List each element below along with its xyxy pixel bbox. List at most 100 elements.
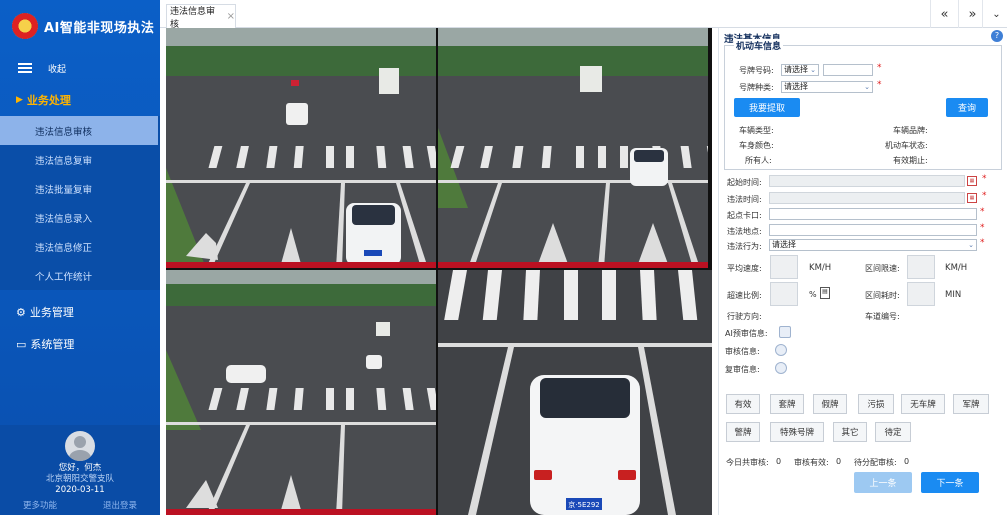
user-org: 北京朝阳交警支队 <box>45 474 114 484</box>
sidebar-item-batch-recheck[interactable]: 违法批量复审 <box>0 174 160 203</box>
unit-min: MIN <box>945 290 962 300</box>
violation-time-label: 违法时间: <box>727 195 762 204</box>
action-cloned-plate-button[interactable]: 套牌 <box>770 394 804 414</box>
double-chevron-left-icon[interactable]: « <box>930 0 958 28</box>
required-mark: * <box>980 223 985 233</box>
camera-image-2[interactable] <box>438 28 708 268</box>
location-input[interactable] <box>769 224 977 236</box>
menu-group-system-management[interactable]: ▭ 系统管理 <box>0 328 160 360</box>
help-icon[interactable]: ? <box>991 30 1003 42</box>
action-fake-plate-button[interactable]: 假牌 <box>813 394 847 414</box>
owner-label: 所有人: <box>745 156 772 165</box>
unit-kmh: KM/H <box>809 263 832 273</box>
menu-group-business-management[interactable]: ⚙ 业务管理 <box>0 296 160 328</box>
zone-time-input[interactable] <box>907 282 935 306</box>
calculator-icon[interactable]: ▤ <box>820 287 830 299</box>
more-functions-link[interactable]: 更多功能 <box>23 499 57 511</box>
required-mark: * <box>877 63 882 73</box>
required-mark: * <box>877 80 882 90</box>
briefcase-icon: ▶ <box>16 95 23 105</box>
sidebar-item-work-stats[interactable]: 个人工作统计 <box>0 261 160 290</box>
stat-valid-label: 审核有效: <box>794 458 829 467</box>
lane-number-label: 车道编号: <box>865 312 900 321</box>
logout-link[interactable]: 退出登录 <box>103 499 137 511</box>
stat-today-label: 今日共审核: <box>726 458 769 467</box>
zone-limit-input[interactable] <box>907 255 935 279</box>
next-button[interactable]: 下一条 <box>921 472 979 493</box>
menu-group-business-processing[interactable]: ▶ 业务处理 <box>0 84 160 116</box>
chevron-down-icon: ⌄ <box>810 66 816 74</box>
sidebar-item-violation-review[interactable]: 违法信息审核 <box>0 116 158 145</box>
action-military-plate-button[interactable]: 军牌 <box>953 394 989 414</box>
behavior-select[interactable]: 请选择 ⌄ <box>769 239 977 251</box>
action-pending-button[interactable]: 待定 <box>875 422 911 442</box>
camera-image-4-closeup[interactable]: 京·5E292 <box>438 270 712 515</box>
direction-label: 行驶方向: <box>727 312 762 321</box>
plate-number-input[interactable] <box>823 64 873 76</box>
menu-group-label: 业务管理 <box>29 306 74 319</box>
vehicle-status-label: 机动车状态: <box>885 141 928 150</box>
sidebar-item-violation-entry[interactable]: 违法信息录入 <box>0 203 160 232</box>
avg-speed-label: 平均速度: <box>727 264 762 273</box>
action-defaced-button[interactable]: 污损 <box>858 394 894 414</box>
required-mark: * <box>980 207 985 217</box>
unit-kmh-2: KM/H <box>945 263 968 273</box>
plate-prefix-select[interactable]: 请选择 ⌄ <box>781 64 819 76</box>
camera-image-3[interactable] <box>166 270 436 515</box>
zone-time-label: 区间耗时: <box>865 291 900 300</box>
chevron-down-icon[interactable]: ⌄ <box>982 0 1007 28</box>
vehicle-type-label: 车辆类型: <box>739 126 774 135</box>
checkpoint-input[interactable] <box>769 208 977 220</box>
ai-review-label: AI预审信息: <box>725 329 768 338</box>
checkpoint-label: 起点卡口: <box>727 211 762 220</box>
plate-number-label: 号牌号码: <box>739 66 774 75</box>
action-valid-button[interactable]: 有效 <box>726 394 760 414</box>
user-icon[interactable] <box>775 362 787 374</box>
action-no-plate-button[interactable]: 无车牌 <box>901 394 945 414</box>
hamburger-icon <box>18 63 32 73</box>
plate-type-select[interactable]: 请选择 ⌄ <box>781 81 873 93</box>
zone-limit-label: 区间限速: <box>865 264 900 273</box>
prev-button[interactable]: 上一条 <box>854 472 912 493</box>
camera-image-1[interactable] <box>166 28 436 268</box>
license-plate-text: 京·5E292 <box>568 500 599 509</box>
calendar-icon[interactable]: ▦ <box>967 176 977 186</box>
avg-speed-input[interactable] <box>770 255 798 279</box>
action-other-button[interactable]: 其它 <box>833 422 867 442</box>
audit-info-label: 审核信息: <box>725 347 760 356</box>
collapse-toggle[interactable]: 收起 <box>0 52 160 84</box>
tab-label: 违法信息审核 <box>170 6 216 30</box>
sidebar-item-violation-correction[interactable]: 违法信息修正 <box>0 232 160 261</box>
chat-bubble-icon[interactable] <box>779 326 791 338</box>
action-special-plate-button[interactable]: 特殊号牌 <box>770 422 824 442</box>
user-panel: 您好，何杰 北京朝阳交警支队 2020-03-11 更多功能 退出登录 <box>0 425 160 515</box>
violation-time-input[interactable] <box>769 192 965 204</box>
overspeed-ratio-label: 超速比例: <box>727 291 762 300</box>
behavior-label: 违法行为: <box>727 242 762 251</box>
calendar-icon[interactable]: ▦ <box>967 193 977 203</box>
extract-button[interactable]: 我要提取 <box>734 98 800 117</box>
close-icon[interactable]: × <box>227 11 235 22</box>
user-icon[interactable] <box>775 344 787 356</box>
menu-group-label: 系统管理 <box>30 338 75 351</box>
app-logo: AI智能非现场执法 <box>0 0 160 52</box>
required-mark: * <box>982 174 987 184</box>
query-button[interactable]: 查询 <box>946 98 988 117</box>
user-date: 2020-03-11 <box>55 485 105 495</box>
start-time-input[interactable] <box>769 175 965 187</box>
app-title: AI智能非现场执法 <box>44 20 155 36</box>
tab-bar: 违法信息审核 × « » ⌄ <box>160 0 1007 30</box>
overspeed-ratio-input[interactable] <box>770 282 798 306</box>
action-police-plate-button[interactable]: 警牌 <box>726 422 760 442</box>
tab-violation-review[interactable]: 违法信息审核 × <box>166 4 236 30</box>
avatar <box>65 431 95 461</box>
chevron-down-icon: ⌄ <box>968 241 974 249</box>
start-time-label: 起始时间: <box>727 178 762 187</box>
collapse-label: 收起 <box>48 64 67 75</box>
plate-type-label: 号牌种类: <box>739 83 774 92</box>
recheck-info-label: 复审信息: <box>725 365 760 374</box>
vehicle-info-legend: 机动车信息 <box>734 39 784 52</box>
violation-image-grid: 京·5E292 <box>166 28 712 515</box>
sidebar-item-violation-recheck[interactable]: 违法信息复审 <box>0 145 160 174</box>
vehicle-info-fieldset: 机动车信息 号牌号码: 请选择 ⌄ * 号牌种类: 请选择 ⌄ * 我要提取 查询 … <box>724 39 1002 170</box>
